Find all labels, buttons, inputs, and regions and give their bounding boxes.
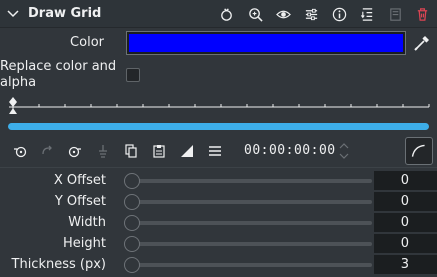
- redo-icon: [38, 142, 56, 160]
- height-slider-handle[interactable]: [124, 236, 140, 252]
- save-icon: [386, 5, 404, 23]
- width-value[interactable]: 0: [374, 213, 437, 232]
- width-slider-handle[interactable]: [124, 215, 140, 231]
- delete-icon[interactable]: [413, 5, 431, 23]
- previous-keyframe-icon[interactable]: [11, 142, 29, 160]
- copy-icon[interactable]: [122, 142, 140, 160]
- y-offset-slider[interactable]: [126, 200, 372, 204]
- param-label-y-offset: Y Offset: [54, 194, 106, 209]
- x-offset-slider-handle[interactable]: [124, 173, 140, 189]
- zoom-icon[interactable]: [246, 5, 264, 23]
- height-value[interactable]: 0: [374, 234, 437, 253]
- chevron-down-icon[interactable]: [6, 7, 20, 21]
- effect-title: Draw Grid: [28, 6, 102, 21]
- color-fill: [129, 34, 403, 52]
- menu-icon[interactable]: [206, 142, 224, 160]
- keyframe-ruler[interactable]: [8, 92, 430, 120]
- y-offset-value[interactable]: 0: [374, 192, 437, 211]
- divider: [0, 167, 437, 168]
- curve-type-button[interactable]: [405, 137, 433, 165]
- thickness-slider-handle[interactable]: [124, 257, 140, 273]
- visibility-icon[interactable]: [274, 5, 292, 23]
- ramp-icon[interactable]: [178, 142, 196, 160]
- keyframe-toolbar: [0, 138, 437, 164]
- replace-color-checkbox[interactable]: [126, 68, 140, 82]
- info-icon[interactable]: [330, 5, 348, 23]
- replace-label-line1: Replace color and: [0, 59, 117, 74]
- param-label-x-offset: X Offset: [53, 173, 106, 188]
- paste-icon[interactable]: [150, 142, 168, 160]
- timeline-progress-bar[interactable]: [8, 123, 429, 130]
- height-slider[interactable]: [126, 242, 372, 246]
- thickness-slider[interactable]: [126, 263, 372, 267]
- color-picker-icon[interactable]: [413, 34, 431, 52]
- y-offset-slider-handle[interactable]: [124, 194, 140, 210]
- width-slider[interactable]: [126, 221, 372, 225]
- x-offset-slider[interactable]: [126, 179, 372, 183]
- color-swatch[interactable]: [126, 31, 406, 55]
- timecode-display[interactable]: 00:00:00:00: [244, 143, 336, 158]
- collapse-all-icon[interactable]: [358, 5, 376, 23]
- next-keyframe-icon[interactable]: [66, 142, 84, 160]
- thickness-value[interactable]: 3: [374, 255, 437, 274]
- presets-icon[interactable]: [302, 5, 320, 23]
- reset-icon[interactable]: [217, 5, 235, 23]
- x-offset-value[interactable]: 0: [374, 171, 437, 190]
- color-label: Color: [70, 35, 104, 50]
- param-label-thickness: Thickness (px): [11, 257, 106, 272]
- replace-label-line2: alpha: [0, 75, 37, 90]
- param-label-width: Width: [68, 215, 106, 230]
- effect-header: Draw Grid: [0, 0, 437, 28]
- add-keyframe-icon: [94, 142, 112, 160]
- param-label-height: Height: [63, 236, 106, 251]
- timecode-spinner[interactable]: [338, 140, 350, 162]
